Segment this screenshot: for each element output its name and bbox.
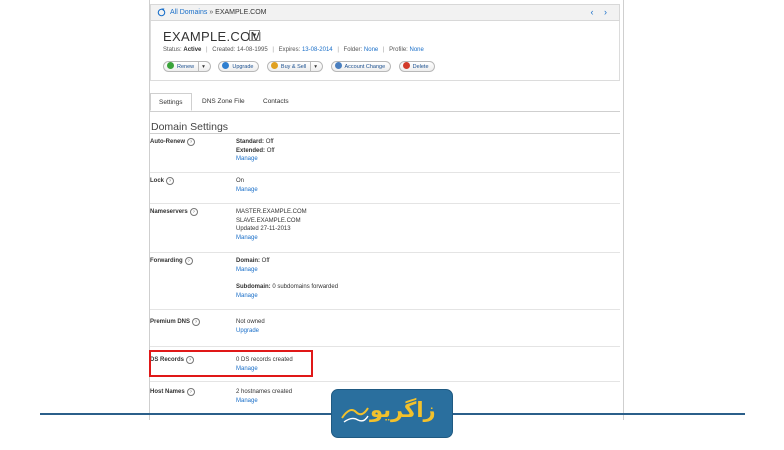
setting-value: 2 hostnames created Manage [236, 388, 292, 405]
delete-label: Delete [412, 64, 429, 70]
help-icon[interactable]: ? [187, 138, 195, 146]
lock-label: Lock [150, 178, 165, 184]
buy-sell-button[interactable]: Buy & Sell ▾ [266, 61, 324, 72]
premium-dns-label: Premium DNS [150, 319, 191, 325]
setting-label: Premium DNS? [150, 318, 201, 326]
nameservers-updated: Updated 27-11-2013 [236, 226, 291, 232]
forwarding-subdomain-label: Subdomain: [236, 284, 271, 290]
setting-label: Forwarding? [150, 257, 193, 265]
setting-row-premium-dns: Premium DNS? Not owned Upgrade [150, 310, 620, 347]
standard-value: Off [265, 139, 274, 145]
setting-label: Lock? [150, 177, 175, 185]
status-value: Active [183, 47, 202, 53]
ds-records-highlight [149, 350, 313, 377]
profile-label: Profile: [389, 47, 408, 53]
extended-value: Off [266, 147, 275, 154]
forwarding-label: Forwarding [150, 258, 183, 264]
folder-value-link[interactable]: None [364, 47, 378, 53]
profile-value-link[interactable]: None [410, 47, 424, 53]
nameservers-manage-link[interactable]: Manage [236, 235, 258, 241]
host-names-manage-link[interactable]: Manage [236, 398, 258, 404]
expires-label: Expires: [278, 47, 301, 53]
setting-row-nameservers: Nameservers? MASTER.EXAMPLE.COM SLAVE.EX… [150, 204, 620, 253]
host-names-label: Host Names [150, 389, 185, 395]
user-icon [334, 62, 342, 69]
tab-dns-zone-file[interactable]: DNS Zone File [194, 93, 253, 111]
account-change-label: Account Change [344, 64, 386, 70]
page-title: EXAMPLE.COM [163, 29, 262, 44]
setting-row-auto-renew: Auto-Renew? Standard: Off Extended: Off … [150, 134, 620, 173]
nameservers-label: Nameservers [150, 209, 188, 215]
lock-manage-link[interactable]: Manage [236, 187, 258, 193]
refresh-icon[interactable] [157, 8, 166, 17]
forwarding-subdomain-value: 0 subdomains forwarded [272, 284, 339, 290]
section-title: Domain Settings [151, 121, 229, 133]
breadcrumb: All Domains » EXAMPLE.COM [170, 5, 267, 20]
setting-value: Domain: Off Manage Subdomain: 0 subdomai… [236, 257, 338, 300]
expires-value-link[interactable]: 13-08-2014 [302, 47, 333, 53]
breadcrumb-bar: All Domains » EXAMPLE.COM ‹ › [150, 4, 620, 21]
forwarding-domain-value: Off [261, 258, 270, 264]
chevron-down-icon[interactable]: ▾ [310, 62, 317, 72]
help-icon[interactable]: ? [186, 388, 195, 396]
breadcrumb-all-domains[interactable]: All Domains [170, 9, 207, 16]
premium-dns-upgrade-link[interactable]: Upgrade [236, 328, 259, 334]
host-names-value: 2 hostnames created [236, 389, 293, 395]
lock-value: On [236, 178, 245, 184]
account-change-button[interactable]: Account Change [330, 61, 392, 72]
action-buttons: Renew ▾ Upgrade Buy & Sell ▾ Account Chang… [163, 61, 438, 73]
domain-header: EXAMPLE.COM ▼ Status: Active | Created: … [150, 21, 620, 81]
logo-text: زاگریو [370, 398, 436, 422]
created-label: Created: [212, 47, 236, 53]
domain-dropdown-toggle[interactable]: ▼ [249, 30, 260, 41]
breadcrumb-current: EXAMPLE.COM [215, 9, 267, 16]
delete-button[interactable]: Delete [398, 61, 435, 72]
premium-dns-value: Not owned [236, 319, 265, 325]
zagreo-logo: زاگریو [331, 389, 453, 438]
forwarding-domain-label: Domain: [236, 258, 260, 264]
status-label: Status: [163, 47, 182, 53]
help-icon[interactable]: ? [184, 257, 193, 265]
domain-status-line: Status: Active | Created: 14-08-1995 | E… [163, 47, 424, 53]
setting-label: Nameservers? [150, 208, 198, 216]
folder-label: Folder: [343, 47, 363, 53]
upgrade-label: Upgrade [232, 64, 254, 70]
setting-row-forwarding: Forwarding? Domain: Off Manage Subdomain… [150, 253, 620, 310]
breadcrumb-separator: » [209, 9, 214, 16]
dollar-icon [270, 62, 278, 69]
nameserver-1: MASTER.EXAMPLE.COM [236, 209, 307, 215]
prev-next-nav[interactable]: ‹ › [591, 5, 612, 20]
standard-label: Standard: [236, 139, 265, 145]
setting-label: Host Names? [150, 388, 195, 396]
setting-value: On Manage [236, 177, 258, 194]
help-icon[interactable]: ? [189, 208, 198, 216]
help-icon[interactable]: ? [192, 318, 201, 326]
forwarding-subdomain-manage-link[interactable]: Manage [236, 293, 258, 299]
help-icon[interactable]: ? [166, 177, 175, 185]
setting-value: Not owned Upgrade [236, 318, 265, 335]
tab-contacts[interactable]: Contacts [255, 93, 297, 111]
renew-icon [167, 62, 174, 69]
delete-icon [402, 62, 410, 69]
auto-renew-label: Auto-Renew [150, 139, 185, 145]
extended-label: Extended: [236, 147, 266, 154]
created-value: 14-08-1995 [236, 47, 268, 53]
setting-value: MASTER.EXAMPLE.COM SLAVE.EXAMPLE.COM Upd… [236, 208, 307, 242]
upgrade-icon [222, 62, 230, 69]
setting-row-lock: Lock? On Manage [150, 173, 620, 204]
tab-settings[interactable]: Settings [150, 93, 192, 111]
chevron-down-icon[interactable]: ▾ [198, 62, 205, 72]
upgrade-button[interactable]: Upgrade [218, 61, 260, 72]
setting-label: Auto-Renew? [150, 138, 195, 146]
renew-button[interactable]: Renew ▾ [163, 61, 211, 72]
buy-sell-label: Buy & Sell [280, 64, 307, 70]
tab-bar: Settings DNS Zone File Contacts [150, 93, 620, 112]
auto-renew-manage-link[interactable]: Manage [236, 156, 258, 162]
setting-value: Standard: Off Extended: Off Manage [236, 138, 275, 164]
renew-label: Renew [177, 64, 195, 70]
forwarding-domain-manage-link[interactable]: Manage [236, 267, 258, 273]
logo-swoosh-icon [341, 407, 369, 423]
nameserver-2: SLAVE.EXAMPLE.COM [236, 217, 301, 224]
